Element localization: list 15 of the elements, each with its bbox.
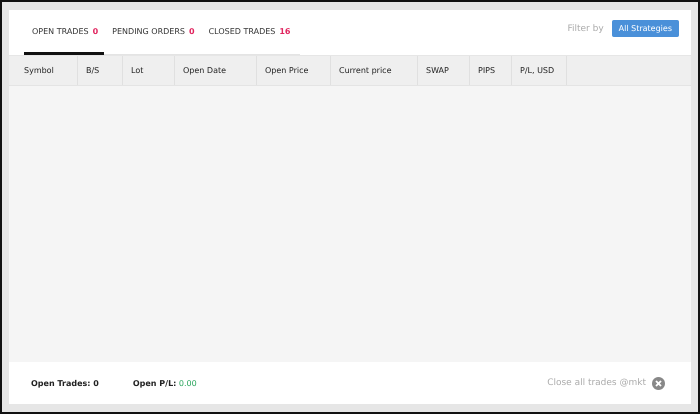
column-header[interactable]: Open Date: [175, 56, 257, 85]
column-header[interactable]: Symbol: [9, 56, 78, 85]
filter-label: Filter by: [567, 24, 604, 34]
column-header[interactable]: Current price: [331, 56, 418, 85]
close-icon: [652, 376, 665, 390]
column-header[interactable]: B/S: [78, 56, 123, 85]
open-pl: Open P/L: 0.00: [132, 378, 197, 388]
column-header[interactable]: Lot: [123, 56, 175, 85]
column-header[interactable]: SWAP: [418, 56, 470, 85]
tab[interactable]: PENDING ORDERS 0: [104, 10, 201, 55]
tab[interactable]: CLOSED TRADES 16: [200, 10, 296, 55]
column-header[interactable]: PIPS: [470, 56, 512, 85]
column-header[interactable]: P/L, USD: [512, 56, 567, 85]
open-trades-count: Open Trades: 0: [31, 378, 99, 388]
column-header[interactable]: Open Price: [257, 56, 331, 85]
